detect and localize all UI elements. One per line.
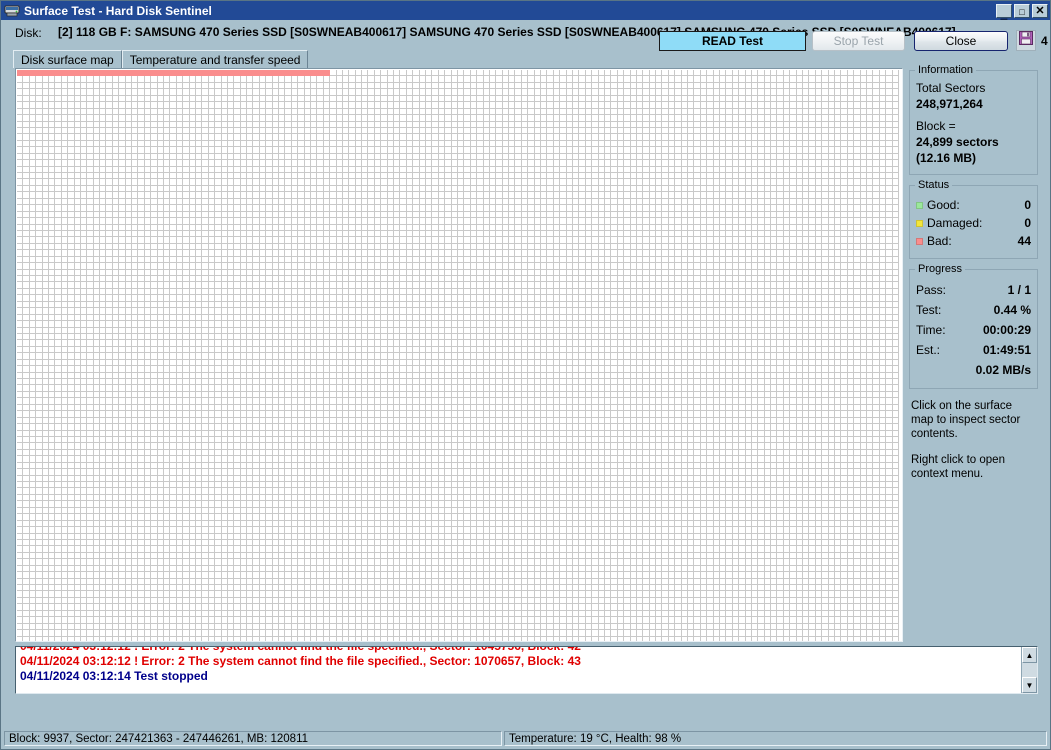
maximize-icon: □ xyxy=(1019,6,1025,17)
surface-test-window: Surface Test - Hard Disk Sentinel _ □ ✕ … xyxy=(0,0,1051,750)
disk-label: Disk: xyxy=(15,26,42,40)
surface-map-grid[interactable] xyxy=(17,70,902,641)
read-test-button[interactable]: READ Test xyxy=(659,31,806,51)
tab-disk-surface-map[interactable]: Disk surface map xyxy=(13,50,122,68)
tabstrip: Disk surface map Temperature and transfe… xyxy=(1,50,1050,68)
stop-test-button[interactable]: Stop Test xyxy=(812,31,905,51)
save-report-button[interactable] xyxy=(1016,30,1036,51)
trailing-number: 4 xyxy=(1041,34,1048,48)
tab-temperature-transfer-speed[interactable]: Temperature and transfer speed xyxy=(121,50,309,68)
minimize-button[interactable]: _ xyxy=(996,3,1012,20)
close-button[interactable]: Close xyxy=(914,31,1008,51)
hard-disk-icon xyxy=(4,4,20,18)
stop-test-label: Stop Test xyxy=(833,34,884,48)
floppy-save-icon xyxy=(1019,31,1033,50)
window-title: Surface Test - Hard Disk Sentinel xyxy=(24,3,212,18)
disk-surface-map[interactable] xyxy=(15,68,903,642)
window-controls[interactable]: _ □ ✕ xyxy=(996,3,1048,20)
close-icon: ✕ xyxy=(1035,4,1045,17)
close-window-button[interactable]: ✕ xyxy=(1032,3,1048,18)
close-button-label: Close xyxy=(945,34,977,48)
maximize-button[interactable]: □ xyxy=(1014,3,1030,18)
titlebar[interactable]: Surface Test - Hard Disk Sentinel _ □ ✕ xyxy=(1,1,1050,20)
main-content: Information Total Sectors 248,971,264 Bl… xyxy=(1,64,1050,729)
minimize-icon: _ xyxy=(1000,5,1008,20)
